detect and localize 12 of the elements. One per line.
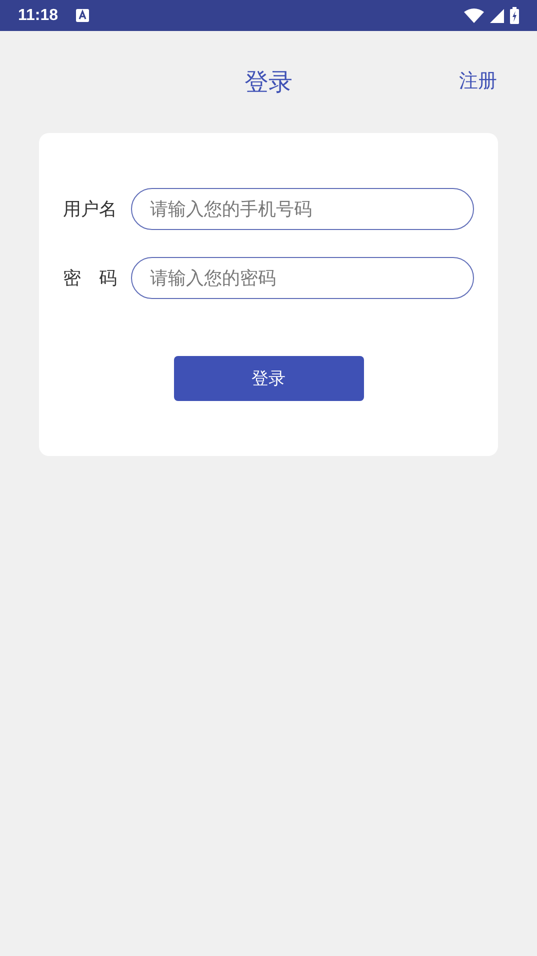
page-title: 登录 [244, 67, 292, 98]
field-label: 密 码 [63, 267, 118, 290]
input-field[interactable]: 请输入您的手机号码 [131, 188, 474, 230]
wifi-icon [464, 8, 484, 23]
login-button[interactable]: 登录 [174, 356, 364, 401]
status-time: 11:18 [18, 6, 58, 24]
register-link[interactable]: 注册 [459, 68, 497, 94]
field-label: 用户名 [63, 198, 118, 221]
battery-icon [510, 7, 519, 24]
notification-icon [76, 9, 90, 22]
input-field[interactable]: 请输入您的密码 [131, 257, 474, 299]
signal-icon [490, 8, 504, 22]
